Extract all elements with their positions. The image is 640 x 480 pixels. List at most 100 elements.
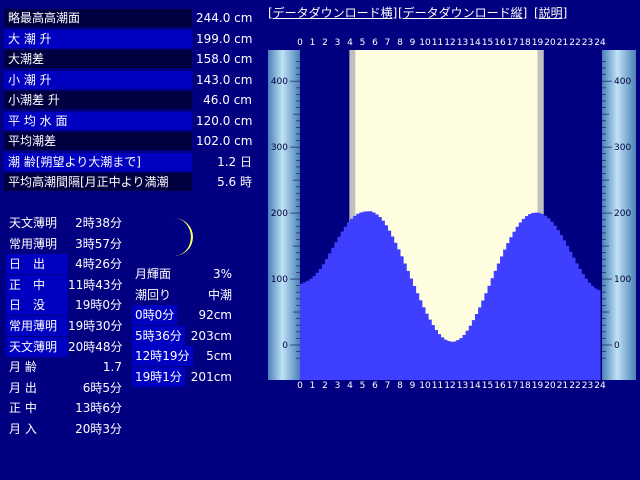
tide-bar: [368, 211, 373, 380]
tide-bar: [478, 307, 482, 380]
tide-bar: [462, 334, 467, 380]
x-tick-label-top: 16: [494, 38, 506, 48]
sun-moon-label: 月 齢: [9, 360, 37, 375]
tide-bar: [534, 212, 538, 380]
tide-bar: [593, 288, 598, 380]
tide-bar: [515, 226, 520, 380]
x-tick-label-bottom: 20: [544, 381, 556, 391]
stat-label: 略最高高潮面: [4, 9, 192, 27]
x-tick-label-top: 17: [507, 38, 518, 48]
tide-bar: [446, 341, 451, 380]
x-tick-label-bottom: 11: [432, 381, 443, 391]
stat-value: 46.0 cm: [203, 93, 252, 107]
tide-bar: [556, 230, 560, 380]
x-tick-label-top: 8: [397, 38, 403, 48]
tide-bar: [303, 282, 307, 380]
stat-value: 120.0 cm: [196, 113, 253, 128]
tide-bar: [350, 218, 354, 380]
stat-label: 平 均 水 面: [4, 111, 192, 130]
tide-bar: [584, 278, 588, 380]
x-tick-label-bottom: 6: [372, 381, 378, 391]
sun-moon-value: 1.7: [102, 360, 122, 375]
tide-bar: [343, 226, 348, 380]
download-horizontal-link[interactable]: [データダウンロード横]: [268, 4, 397, 21]
sun-moon-row: 月 出 6時5分: [6, 378, 124, 398]
tide-bar: [421, 307, 426, 380]
tide-bar: [540, 213, 545, 380]
x-tick-label-top: 0: [297, 38, 303, 48]
y-tick-label-left: 100: [271, 275, 288, 285]
tide-bar: [362, 211, 367, 380]
stat-value: 1.2 日: [217, 154, 252, 169]
moon-info-row: 5時36分 203cm: [132, 325, 236, 346]
tide-bar: [543, 215, 548, 380]
sun-moon-label: 正 中: [6, 274, 68, 295]
tide-bar: [559, 235, 563, 380]
tide-bar: [359, 212, 363, 380]
sun-moon-label: 天文薄明: [6, 336, 68, 357]
tide-bar: [431, 325, 435, 380]
sun-moon-row: 月 齢 1.7: [6, 357, 124, 377]
sun-moon-value: 2時38分: [75, 216, 122, 230]
sun-moon-label: 月 出: [9, 380, 37, 395]
tide-bar: [590, 285, 595, 380]
tide-bar: [456, 340, 460, 380]
tide-bar: [306, 280, 310, 380]
sun-moon-value: 20時48分: [68, 339, 123, 354]
tide-bar: [528, 214, 532, 380]
tide-bar: [434, 329, 438, 380]
x-tick-label-bottom: 9: [410, 381, 416, 391]
tide-bar: [393, 242, 398, 380]
tide-bar: [340, 231, 345, 380]
tide-bar: [325, 259, 329, 380]
sun-moon-label: 天文薄明: [9, 216, 58, 230]
tide-bar: [481, 300, 485, 380]
tide-bar: [406, 270, 410, 380]
sun-moon-row: 月 入 20時3分: [6, 419, 124, 439]
x-tick-label-top: 7: [385, 38, 391, 48]
sun-moon-label: 常用薄明: [9, 236, 58, 251]
tide-bar: [490, 278, 495, 380]
stat-label: 小 潮 升: [4, 70, 192, 89]
tide-bar: [587, 282, 592, 380]
y-tick-label-right: 100: [614, 275, 631, 285]
moon-info-label: 月輝面: [135, 267, 172, 281]
x-tick-label-top: 20: [544, 38, 556, 48]
tide-chart: 0 0100 100200 200300 300400 40000112233445566…: [268, 34, 636, 392]
tide-bar: [328, 253, 332, 380]
download-vertical-link[interactable]: [データダウンロード縦]: [398, 4, 527, 21]
tide-bar: [521, 218, 526, 380]
moon-info-value: 5cm: [206, 349, 232, 364]
x-tick-label-bottom: 0: [297, 381, 303, 391]
tide-bar: [375, 214, 379, 380]
tide-bar: [565, 245, 570, 380]
tide-bar: [575, 263, 579, 380]
x-tick-label-bottom: 8: [397, 381, 403, 391]
tide-bar: [300, 283, 304, 380]
explanation-link[interactable]: [説明]: [534, 4, 567, 21]
tide-bar: [506, 243, 510, 380]
x-tick-label-bottom: 18: [519, 381, 531, 391]
x-tick-label-bottom: 15: [482, 381, 493, 391]
moon-info-label: 5時36分: [132, 325, 185, 346]
x-tick-label-top: 23: [582, 38, 593, 48]
moon-info-row: 月輝面 3%: [132, 264, 236, 284]
stat-label: 平均高潮間隔[月正中より満潮: [4, 173, 192, 191]
moon-info-value: 中潮: [207, 287, 232, 302]
tide-bar: [496, 263, 501, 380]
tide-bar: [412, 285, 417, 380]
tide-bar: [403, 263, 407, 380]
stat-label: 小潮差 升: [4, 91, 192, 109]
sun-moon-label: 月 入: [9, 422, 37, 436]
moon-info-row: 19時1分 201cm: [132, 367, 236, 387]
x-tick-label-bottom: 2: [322, 381, 328, 391]
tide-bar: [318, 268, 323, 380]
tide-bar: [409, 278, 413, 380]
tide-bar: [337, 236, 342, 380]
tide-bar: [553, 225, 557, 380]
sun-moon-value: 19時0分: [75, 298, 122, 313]
y-tick-label-right: 300: [614, 143, 631, 153]
x-tick-label-bottom: 1: [310, 381, 316, 391]
tide-bar: [581, 274, 585, 380]
x-tick-label-top: 15: [482, 38, 493, 48]
